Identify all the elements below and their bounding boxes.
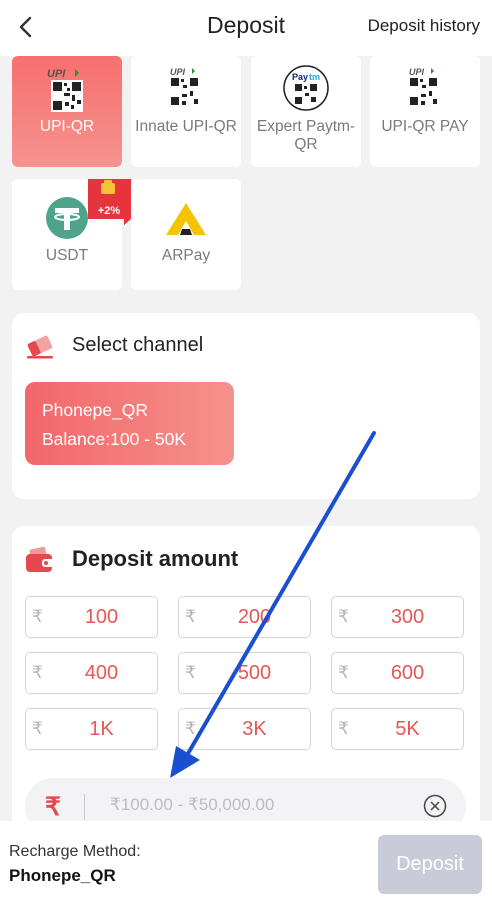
deposit-history-link[interactable]: Deposit history: [368, 16, 480, 36]
currency-symbol: ₹: [32, 663, 43, 682]
channel-name: Phonepe_QR: [42, 400, 149, 420]
upi-qr-icon: UPI: [170, 67, 198, 105]
amount-value: 500: [237, 662, 272, 684]
svg-text:Pay: Pay: [292, 72, 308, 82]
method-arpay[interactable]: ARPay: [131, 179, 241, 290]
bonus-badge-icon: [88, 179, 131, 225]
method-upi-qr-pay[interactable]: UPI UPI-QR PAY: [370, 56, 480, 167]
amount-preset-button[interactable]: ₹200: [178, 596, 311, 638]
bottom-bar: Recharge Method: Phonepe_QR Deposit: [0, 821, 492, 901]
currency-symbol: ₹: [338, 663, 349, 682]
currency-symbol: ₹: [185, 719, 196, 738]
amount-preset-button[interactable]: ₹600: [331, 652, 464, 694]
amount-preset-button[interactable]: ₹1K: [25, 708, 158, 750]
amount-value: 100: [84, 606, 119, 628]
upi-qr-icon: UPI: [409, 67, 437, 105]
top-bar: Deposit Deposit history: [0, 0, 492, 56]
amount-preset-button[interactable]: ₹400: [25, 652, 158, 694]
currency-symbol: ₹: [185, 607, 196, 626]
eraser-icon: [27, 335, 53, 359]
method-label: UPI-QR: [39, 118, 95, 135]
svg-text:UPI: UPI: [409, 67, 425, 77]
svg-text:tm: tm: [309, 72, 320, 82]
method-label: ARPay: [161, 247, 211, 264]
deposit-amount-title: Deposit amount: [72, 546, 239, 571]
method-label: Innate UPI-QR: [135, 118, 237, 135]
amount-value: 5K: [395, 718, 420, 740]
amount-preset-button[interactable]: ₹5K: [331, 708, 464, 750]
rupee-icon: ₹: [45, 793, 61, 821]
recharge-method-label: Recharge Method:: [9, 843, 141, 860]
channel-balance: Balance:100 - 50K: [42, 429, 186, 449]
clear-input-icon[interactable]: [423, 794, 447, 818]
method-upi-qr[interactable]: UPI UPI-QR: [12, 56, 122, 167]
amount-value: 300: [390, 606, 425, 628]
arpay-icon: [166, 203, 206, 235]
amount-preset-button[interactable]: ₹3K: [178, 708, 311, 750]
amount-preset-button[interactable]: ₹300: [331, 596, 464, 638]
deposit-button[interactable]: Deposit: [378, 835, 482, 894]
tether-icon: [46, 197, 88, 239]
amount-value: 400: [84, 662, 119, 684]
amount-value: 200: [237, 606, 272, 628]
upi-qr-icon: UPI: [47, 68, 83, 112]
amount-preset-button[interactable]: ₹500: [178, 652, 311, 694]
currency-symbol: ₹: [338, 719, 349, 738]
amount-value: 600: [390, 662, 425, 684]
select-channel-title: Select channel: [72, 334, 204, 356]
currency-symbol: ₹: [338, 607, 349, 626]
bonus-badge-text: +2%: [97, 205, 121, 217]
recharge-method-value: Phonepe_QR: [9, 866, 116, 885]
method-label: USDT: [45, 247, 89, 264]
currency-symbol: ₹: [32, 719, 43, 738]
currency-symbol: ₹: [32, 607, 43, 626]
channel-option-phonepe-qr[interactable]: Phonepe_QR Balance:100 - 50K: [25, 382, 234, 465]
amount-value: 1K: [89, 718, 114, 740]
amount-preset-button[interactable]: ₹100: [25, 596, 158, 638]
paytm-qr-icon: Pay tm: [283, 65, 329, 111]
method-label: UPI-QR PAY: [381, 118, 469, 135]
wallet-icon: [26, 546, 54, 572]
method-innate-upi-qr[interactable]: UPI Innate UPI-QR: [131, 56, 241, 167]
svg-text:UPI: UPI: [170, 67, 186, 77]
svg-text:UPI: UPI: [47, 68, 66, 80]
currency-symbol: ₹: [185, 663, 196, 682]
divider: [84, 794, 85, 820]
method-label: Expert Paytm-QR: [256, 118, 356, 153]
method-usdt[interactable]: +2% USDT: [12, 179, 131, 290]
amount-input[interactable]: [110, 792, 410, 818]
method-expert-paytm-qr[interactable]: Pay tm Expert Paytm-QR: [251, 56, 361, 167]
amount-value: 3K: [242, 718, 267, 740]
